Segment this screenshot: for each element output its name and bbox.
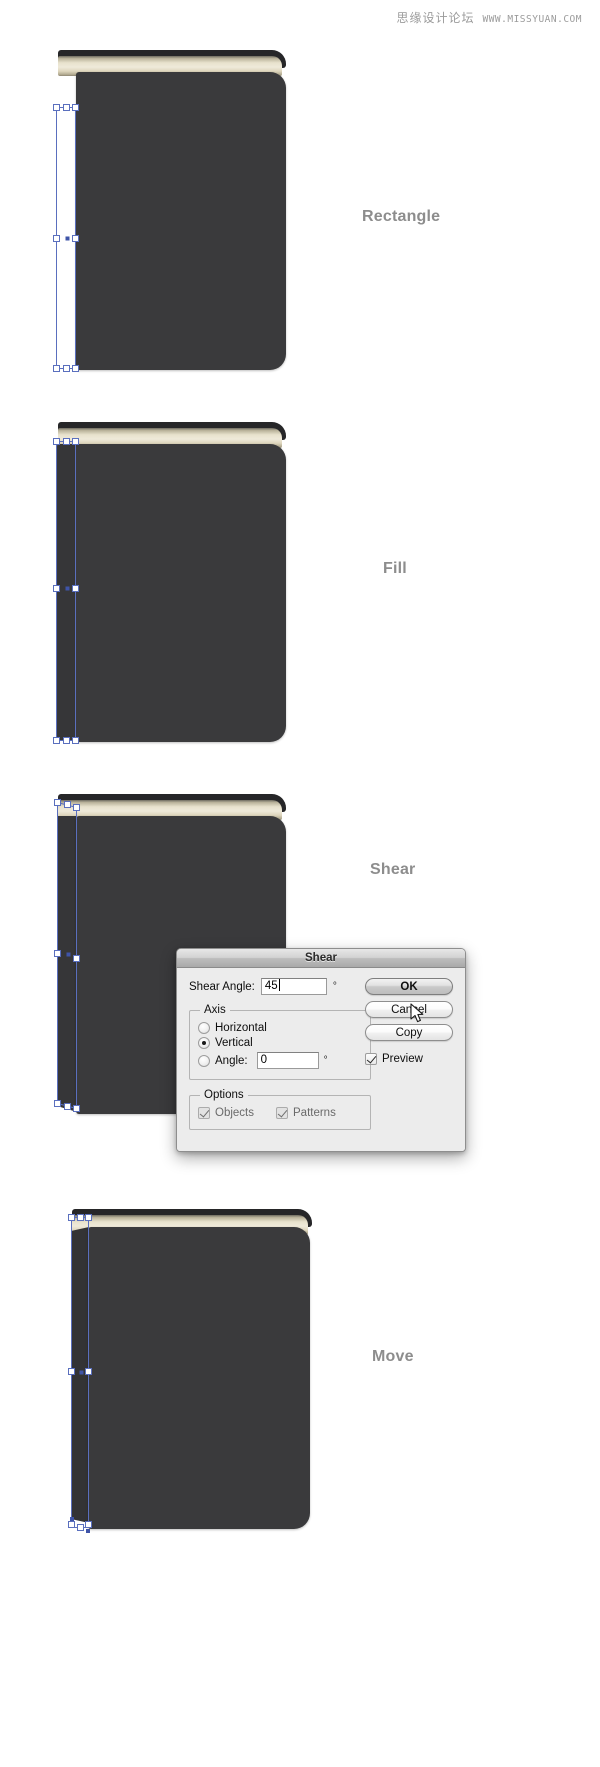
axis-option-angle[interactable]: Angle: 0 ° — [198, 1052, 362, 1069]
selection-path-step-1 — [53, 104, 79, 372]
step-label-shear: Shear — [370, 861, 416, 878]
dialog-title: Shear — [305, 952, 337, 964]
step-label-rectangle: Rectangle — [362, 208, 441, 225]
options-group-legend: Options — [204, 1089, 244, 1101]
option-objects[interactable]: Objects — [198, 1107, 254, 1119]
axis-angle-value: 0 — [260, 1054, 268, 1066]
axis-group: Axis Horizontal Vertical Angle: 0 ° — [189, 1004, 371, 1080]
option-patterns-label: Patterns — [293, 1107, 336, 1119]
axis-degree-symbol: ° — [323, 1055, 328, 1066]
axis-option-angle-label: Angle: — [215, 1054, 248, 1067]
options-checkbox-row: Objects Patterns — [198, 1104, 362, 1122]
watermark-url: WWW.MISSYUAN.COM — [482, 14, 582, 25]
selection-path-step-2 — [53, 438, 79, 744]
axis-group-legend: Axis — [204, 1004, 226, 1016]
book-illustration-step-2 — [48, 422, 288, 747]
ok-button[interactable]: OK — [365, 978, 453, 995]
selection-path-step-4 — [68, 1214, 92, 1533]
shear-dialog[interactable]: Shear Shear Angle: 45 ° Axis Horizontal — [176, 948, 466, 1152]
text-caret — [278, 979, 280, 991]
step-label-move: Move — [372, 1348, 414, 1365]
tutorial-screenshot: 思缘设计论坛 WWW.MISSYUAN.COM Rectangle Fill S… — [0, 0, 600, 1767]
axis-option-vertical[interactable]: Vertical — [198, 1037, 362, 1049]
preview-option[interactable]: Preview — [365, 1053, 453, 1065]
dialog-titlebar[interactable]: Shear — [177, 949, 465, 968]
book-illustration-step-4 — [62, 1205, 312, 1535]
cancel-button[interactable]: Cancel — [365, 1001, 453, 1018]
radio-vertical-icon[interactable] — [198, 1037, 210, 1049]
dialog-body: Shear Angle: 45 ° Axis Horizontal Vertic… — [177, 968, 465, 1151]
shear-angle-value: 45 — [264, 980, 278, 992]
checkbox-preview-icon[interactable] — [365, 1053, 377, 1065]
watermark: 思缘设计论坛 WWW.MISSYUAN.COM — [396, 9, 582, 26]
shear-angle-label: Shear Angle: — [189, 980, 255, 993]
checkbox-objects-icon[interactable] — [198, 1107, 210, 1119]
radio-horizontal-icon[interactable] — [198, 1022, 210, 1034]
copy-button[interactable]: Copy — [365, 1024, 453, 1041]
axis-option-horizontal-label: Horizontal — [215, 1022, 267, 1034]
shear-angle-row: Shear Angle: 45 ° — [189, 978, 371, 995]
axis-option-vertical-label: Vertical — [215, 1037, 253, 1049]
axis-angle-input[interactable]: 0 — [256, 1052, 319, 1069]
option-objects-label: Objects — [215, 1107, 254, 1119]
dialog-button-column: OK Cancel Copy Preview — [365, 978, 453, 1065]
degree-symbol: ° — [332, 981, 337, 992]
radio-angle-icon[interactable] — [198, 1054, 210, 1067]
shear-angle-input[interactable]: 45 — [260, 978, 327, 995]
axis-option-horizontal[interactable]: Horizontal — [198, 1022, 362, 1034]
checkbox-patterns-icon[interactable] — [276, 1107, 288, 1119]
options-group: Options Objects Patterns — [189, 1089, 371, 1130]
watermark-site-name: 思缘设计论坛 — [396, 11, 475, 25]
preview-label: Preview — [382, 1053, 423, 1065]
dialog-left-column: Shear Angle: 45 ° Axis Horizontal Vertic… — [189, 978, 371, 1130]
step-label-fill: Fill — [383, 560, 407, 577]
book-illustration-step-1 — [48, 50, 288, 375]
option-patterns[interactable]: Patterns — [276, 1107, 336, 1119]
